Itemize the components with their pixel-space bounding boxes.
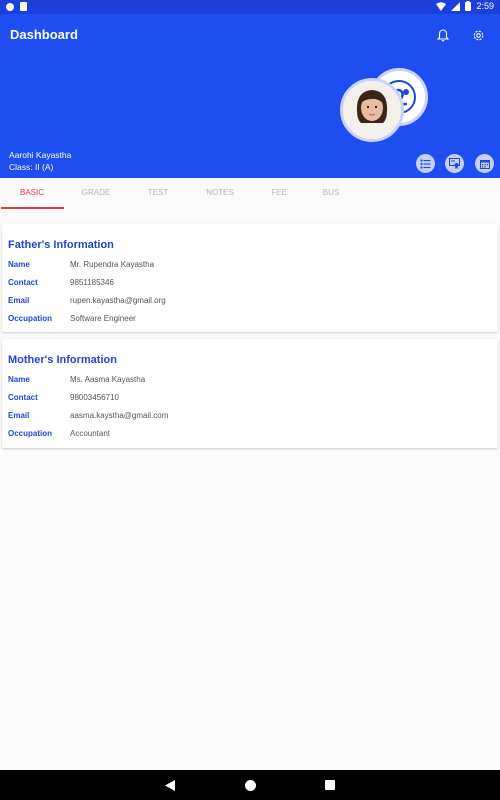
- tab-bus[interactable]: BUS: [300, 188, 362, 197]
- father-info-card: Father's Information Name Mr. Rupendra K…: [2, 224, 498, 332]
- tab-basic[interactable]: BASIC: [1, 188, 63, 197]
- mother-occupation-label: Occupation: [8, 429, 53, 438]
- student-class: Class: II (A): [9, 162, 54, 172]
- tab-bar: BASIC GRADE TEST NOTES FEE BUS: [0, 178, 500, 210]
- mother-info-title: Mother's Information: [8, 354, 117, 366]
- father-occupation-value: Software Engineer: [70, 314, 136, 323]
- father-occupation-label: Occupation: [8, 314, 53, 323]
- list-icon[interactable]: [416, 154, 435, 173]
- back-icon[interactable]: [164, 779, 176, 791]
- recents-icon[interactable]: [324, 779, 336, 791]
- tab-notes[interactable]: NOTES: [189, 188, 251, 197]
- father-email-label: Email: [8, 296, 30, 305]
- settings-icon[interactable]: [469, 26, 487, 44]
- student-avatar[interactable]: [340, 78, 404, 142]
- father-contact-label: Contact: [8, 278, 38, 287]
- calendar-icon[interactable]: [475, 154, 494, 173]
- mother-occupation-value: Accountant: [70, 429, 111, 438]
- profile-header: Aarohi Kayastha Class: II (A): [0, 56, 500, 178]
- status-bar: 2:59: [0, 0, 500, 14]
- system-nav-bar: [0, 770, 500, 800]
- father-name-label: Name: [8, 260, 30, 269]
- mother-name-value: Ms. Aasma Kayastha: [70, 375, 146, 384]
- mother-contact-label: Contact: [8, 393, 38, 402]
- active-tab-indicator: [1, 207, 64, 209]
- mother-info-card: Mother's Information Name Ms. Aasma Kaya…: [2, 339, 498, 448]
- certificate-icon[interactable]: [445, 154, 464, 173]
- father-contact-value[interactable]: 9851185346: [70, 278, 114, 287]
- mother-name-label: Name: [8, 375, 30, 384]
- home-icon[interactable]: [244, 779, 256, 791]
- wifi-icon: [436, 1, 447, 11]
- battery-icon: [465, 1, 472, 11]
- mother-email-label: Email: [8, 411, 30, 420]
- signal-icon: [451, 1, 461, 11]
- tab-test[interactable]: TEST: [127, 188, 189, 197]
- father-info-title: Father's Information: [8, 239, 114, 251]
- father-email-value[interactable]: rupen.kayastha@gmail.org: [70, 296, 166, 305]
- mother-contact-value[interactable]: 98003456710: [70, 393, 119, 402]
- app-title: Dashboard: [10, 27, 78, 42]
- father-name-value: Mr. Rupendra Kayastha: [70, 260, 155, 269]
- sd-card-icon: [20, 2, 27, 11]
- status-time: 2:59: [476, 1, 494, 11]
- mother-email-value[interactable]: aasma.kaystha@gmail.com: [70, 411, 168, 420]
- bell-icon[interactable]: [434, 26, 452, 44]
- tab-grade[interactable]: GRADE: [65, 188, 127, 197]
- app-bar: Dashboard: [0, 14, 500, 56]
- notification-dot-icon: [6, 2, 14, 11]
- student-name: Aarohi Kayastha: [9, 150, 72, 160]
